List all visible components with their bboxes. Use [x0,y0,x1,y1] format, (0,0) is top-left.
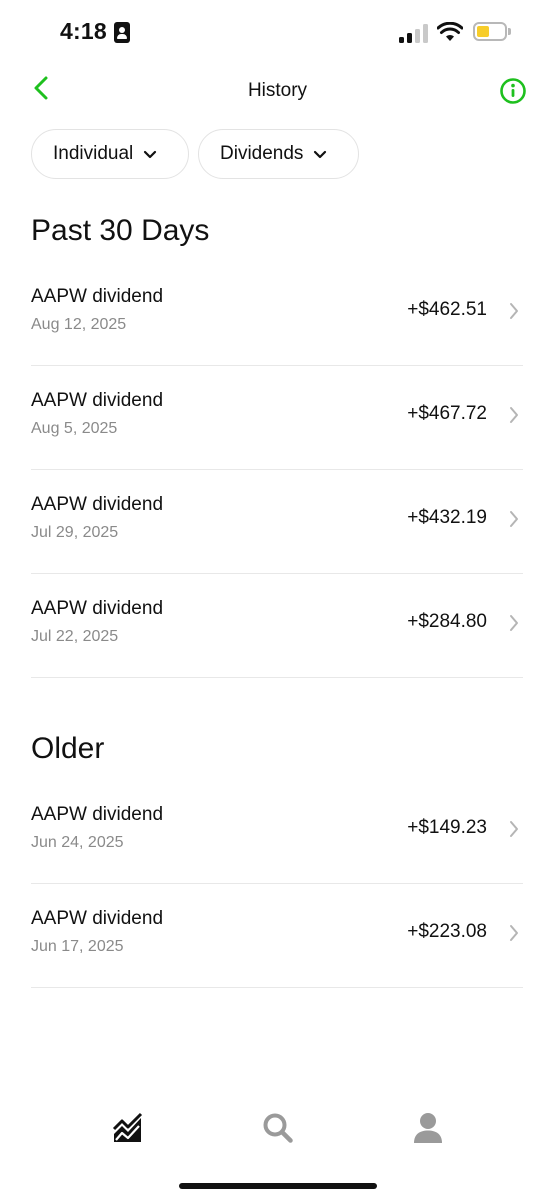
transaction-date: Jul 29, 2025 [31,524,119,541]
tab-portfolio[interactable] [108,1108,148,1148]
tab-search[interactable] [258,1108,298,1148]
transaction-row[interactable]: AAPW dividend Aug 12, 2025 +$462.51 [31,262,523,366]
transaction-date: Jun 17, 2025 [31,938,124,955]
row-divider [31,677,523,678]
transaction-row[interactable]: AAPW dividend Aug 5, 2025 +$467.72 [31,366,523,470]
page-title: History [247,80,308,101]
transaction-amount: +$149.23 [407,817,487,838]
id-card-icon [114,22,130,43]
search-icon [263,1113,293,1143]
chevron-right-icon [510,511,518,527]
transaction-date: Jul 22, 2025 [31,628,119,645]
filter-type-dropdown[interactable]: Dividends [198,129,359,179]
transaction-amount: +$467.72 [407,403,487,424]
row-divider [31,987,523,988]
chevron-right-icon [510,925,518,941]
transaction-date: Aug 12, 2025 [31,316,127,333]
chevron-right-icon [510,821,518,837]
chart-icon [112,1112,143,1142]
battery-icon [473,22,507,41]
transaction-title: AAPW dividend [31,494,164,515]
transaction-amount: +$432.19 [407,507,487,528]
transaction-date: Aug 5, 2025 [31,420,118,437]
chevron-down-icon [314,150,327,158]
transaction-title: AAPW dividend [31,286,164,307]
section-heading: Past 30 Days [31,214,210,247]
section-heading: Older [31,732,105,765]
transaction-title: AAPW dividend [31,598,164,619]
tab-profile[interactable] [408,1108,448,1148]
transaction-row[interactable]: AAPW dividend Jul 22, 2025 +$284.80 [31,574,523,678]
chevron-right-icon [510,615,518,631]
filter-type-label: Dividends [220,143,304,164]
transaction-title: AAPW dividend [31,390,164,411]
transaction-amount: +$462.51 [407,299,487,320]
transaction-row[interactable]: AAPW dividend Jun 24, 2025 +$149.23 [31,780,523,884]
battery-tip [508,28,511,35]
info-button[interactable] [499,77,527,105]
home-indicator [179,1183,377,1189]
chevron-right-icon [510,303,518,319]
chevron-down-icon [144,150,157,158]
signal-icon [399,24,429,43]
transaction-row[interactable]: AAPW dividend Jun 17, 2025 +$223.08 [31,884,523,988]
transaction-amount: +$223.08 [407,921,487,942]
wifi-icon [437,22,463,41]
filter-account-label: Individual [53,143,134,164]
transaction-title: AAPW dividend [31,908,164,929]
chevron-right-icon [510,407,518,423]
transaction-date: Jun 24, 2025 [31,834,124,851]
filter-account-dropdown[interactable]: Individual [31,129,189,179]
transaction-title: AAPW dividend [31,804,164,825]
transaction-amount: +$284.80 [407,611,487,632]
status-time: 4:18 [60,18,107,44]
profile-icon [414,1113,442,1143]
transaction-row[interactable]: AAPW dividend Jul 29, 2025 +$432.19 [31,470,523,574]
